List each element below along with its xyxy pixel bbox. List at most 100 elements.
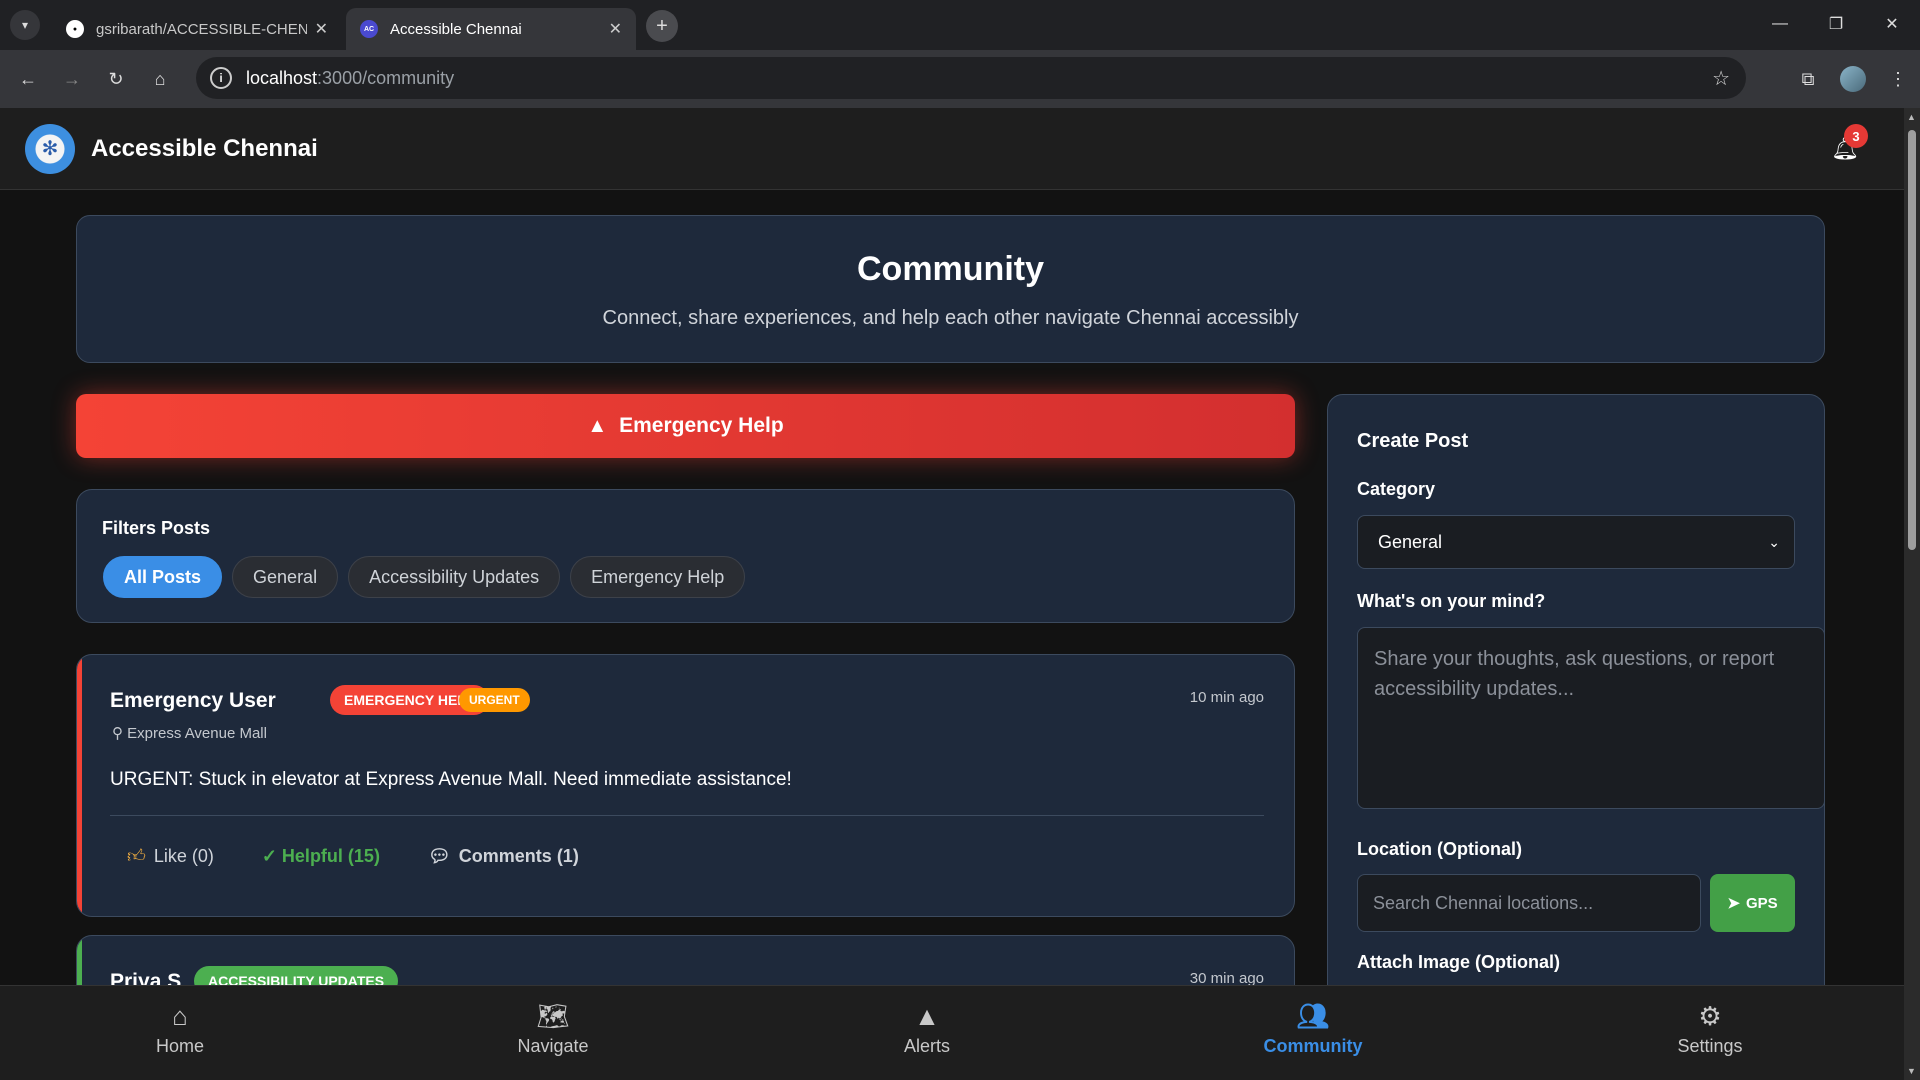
window-controls: — ❐ ✕ <box>1752 0 1920 50</box>
comment-icon: 💬︎ <box>427 845 451 866</box>
like-label: Like (0) <box>153 845 214 866</box>
like-button[interactable]: 👍︎ Like (0) <box>127 845 214 867</box>
nav-home-label: Home <box>155 1036 204 1056</box>
back-icon[interactable]: ← <box>6 57 50 101</box>
post-actions: 👍︎ Like (0) ✓ Helpful (15) 💬︎ Comments (1) <box>127 845 579 867</box>
app-favicon-icon: AC <box>360 20 378 38</box>
page-subtitle: Connect, share experiences, and help eac… <box>602 307 1299 329</box>
post-accent-bar <box>77 655 82 916</box>
brand-name: Accessible Chennai <box>91 134 318 162</box>
chevron-down-icon: ⌄ <box>1768 533 1780 550</box>
browser-tabbar: ▾ ● gsribarath/ACCESSIBLE-CHENN ✕ AC Acc… <box>0 0 1920 50</box>
post-divider <box>110 815 1264 816</box>
thumbs-up-icon: 👍︎ <box>127 846 146 866</box>
post-location: ⚲ Express Avenue Mall <box>112 724 267 742</box>
home-browser-icon[interactable]: ⌂ <box>138 57 182 101</box>
helpful-label: ✓ Helpful (15) <box>261 845 380 866</box>
tab-search-button[interactable]: ▾ <box>10 10 40 40</box>
create-post-title: Create Post <box>1357 430 1469 452</box>
nav-home[interactable]: ⌂ Home <box>100 1000 260 1057</box>
nav-alerts[interactable]: ▲ Alerts <box>847 1000 1007 1057</box>
tab-title: Accessible Chennai <box>390 20 522 38</box>
nav-community[interactable]: 👥︎ Community <box>1233 1000 1393 1057</box>
post-location-text: Express Avenue Mall <box>127 725 267 742</box>
nav-settings[interactable]: ⚙︎ Settings <box>1630 1000 1790 1057</box>
browser-toolbar: ← → ↻ ⌂ i localhost:3000/community ☆ ⧉ ⋮ <box>0 50 1920 108</box>
page-hero: Community Connect, share experiences, an… <box>76 215 1825 363</box>
helpful-button[interactable]: ✓ Helpful (15) <box>262 845 380 867</box>
filter-chips: All Posts General Accessibility Updates … <box>103 556 746 598</box>
comments-button[interactable]: 💬︎ Comments (1) <box>428 845 579 867</box>
nav-navigate[interactable]: 🗺︎ Navigate <box>473 1000 633 1057</box>
comments-label: Comments (1) <box>458 845 579 866</box>
post-card: Emergency User EMERGENCY HELP URGENT 10 … <box>76 654 1295 917</box>
map-marker-icon: 🗺︎ <box>536 1001 570 1031</box>
gear-icon: ⚙︎ <box>1698 1001 1722 1031</box>
warning-icon: ▲ <box>587 414 608 437</box>
nav-navigate-label: Navigate <box>517 1036 589 1056</box>
scroll-down-icon[interactable]: ▼ <box>1907 1066 1916 1076</box>
minimize-icon[interactable]: — <box>1752 0 1808 48</box>
app-logo[interactable]: ✻ <box>25 123 75 174</box>
browser-tab-github[interactable]: ● gsribarath/ACCESSIBLE-CHENN ✕ <box>52 8 342 50</box>
gps-label: GPS <box>1745 894 1778 912</box>
category-select[interactable]: General ⌄ <box>1357 515 1795 569</box>
post-textarea[interactable]: Share your thoughts, ask questions, or r… <box>1357 627 1825 809</box>
post-text: URGENT: Stuck in elevator at Express Ave… <box>110 769 792 790</box>
filter-panel: Filters Posts All Posts General Accessib… <box>76 489 1295 623</box>
scroll-up-icon[interactable]: ▲ <box>1907 112 1916 122</box>
post-author[interactable]: Emergency User <box>110 689 276 713</box>
nav-alerts-label: Alerts <box>903 1036 950 1056</box>
location-search-input[interactable]: Search Chennai locations... <box>1357 874 1701 932</box>
attach-image-label: Attach Image (Optional) <box>1357 952 1561 972</box>
users-icon: 👥︎ <box>1296 1001 1330 1031</box>
scrollbar-thumb[interactable] <box>1908 130 1916 550</box>
mind-label: What's on your mind? <box>1357 591 1546 611</box>
page-scrollbar[interactable]: ▲ ▼ <box>1904 108 1920 1080</box>
bookmark-star-icon[interactable]: ☆ <box>1712 66 1730 91</box>
profile-avatar[interactable] <box>1840 66 1866 92</box>
restore-icon[interactable]: ❐ <box>1808 0 1864 48</box>
address-bar[interactable]: i localhost:3000/community ☆ <box>196 57 1746 99</box>
close-window-icon[interactable]: ✕ <box>1864 0 1920 48</box>
urgent-badge: URGENT <box>459 688 530 712</box>
filter-chip-emergency-help[interactable]: Emergency Help <box>570 556 746 598</box>
warning-icon: ▲ <box>914 1001 940 1031</box>
filter-title: Filters Posts <box>102 518 211 538</box>
location-label: Location (Optional) <box>1357 839 1522 859</box>
app-header: ✻ Accessible Chennai 🔔︎ 3 <box>0 108 1904 190</box>
browser-tab-active[interactable]: AC Accessible Chennai ✕ <box>346 8 636 50</box>
page-title: Community <box>857 250 1044 288</box>
location-arrow-icon: ➤ <box>1727 895 1740 912</box>
emergency-help-button[interactable]: ▲ Emergency Help <box>76 394 1295 458</box>
emergency-help-label: Emergency Help <box>619 414 784 437</box>
extensions-icon[interactable]: ⧉ <box>1786 57 1830 101</box>
home-icon: ⌂ <box>172 1001 188 1031</box>
notification-badge: 3 <box>1844 124 1868 148</box>
browser-menu-icon[interactable]: ⋮ <box>1876 57 1920 101</box>
nav-settings-label: Settings <box>1677 1036 1743 1056</box>
category-value: General <box>1378 531 1443 552</box>
site-info-icon[interactable]: i <box>210 67 232 89</box>
github-icon: ● <box>66 20 84 38</box>
filter-chip-accessibility-updates[interactable]: Accessibility Updates <box>348 556 561 598</box>
bottom-navigation: ⌂ Home 🗺︎ Navigate ▲ Alerts 👥︎ Community ⚙︎ S… <box>0 985 1904 1080</box>
create-post-panel: Create Post Category General ⌄ What's on … <box>1327 394 1825 1080</box>
location-pin-icon: ⚲ <box>112 725 123 742</box>
url-host: localhost <box>246 67 318 88</box>
category-label: Category <box>1357 479 1436 499</box>
gps-button[interactable]: ➤ GPS <box>1710 874 1795 932</box>
reload-icon[interactable]: ↻ <box>94 57 138 101</box>
close-tab-icon[interactable]: ✕ <box>315 19 328 39</box>
filter-chip-general[interactable]: General <box>232 556 339 598</box>
tab-title: gsribarath/ACCESSIBLE-CHENN <box>96 20 307 38</box>
url-path: :3000/community <box>317 67 455 88</box>
close-tab-icon[interactable]: ✕ <box>609 19 622 39</box>
toolbar-right: ⧉ ⋮ <box>1786 50 1920 108</box>
nav-community-label: Community <box>1263 1036 1363 1056</box>
filter-chip-all-posts[interactable]: All Posts <box>103 556 223 598</box>
post-time: 10 min ago <box>1189 689 1264 706</box>
new-tab-button[interactable]: + <box>646 10 678 42</box>
app-viewport: ✻ Accessible Chennai 🔔︎ 3 Community Conn… <box>0 108 1904 1080</box>
forward-icon[interactable]: → <box>50 57 94 101</box>
